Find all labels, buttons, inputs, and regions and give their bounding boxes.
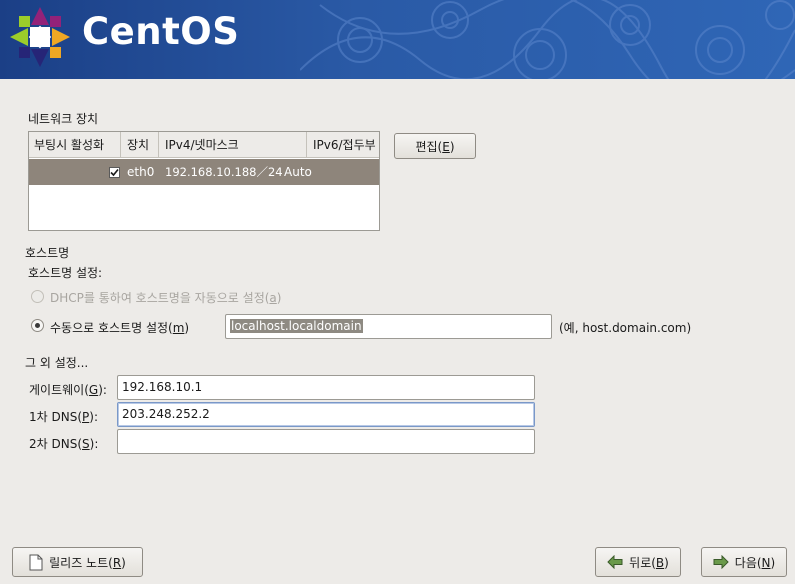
ipv6-cell: Auto (284, 165, 312, 179)
gateway-label: 게이트웨이(G): (29, 383, 107, 397)
banner-swirl-decoration (300, 0, 795, 79)
column-header-ipv4[interactable]: IPv4/넷마스크 (159, 132, 307, 158)
dhcp-hostname-radio[interactable] (31, 290, 44, 303)
hostname-setting-label: 호스트명 설정: (28, 266, 103, 280)
checkmark-icon (110, 168, 119, 177)
edit-device-button[interactable]: 편집(E) (394, 133, 476, 159)
column-header-ipv6[interactable]: IPv6/접두부 (307, 132, 379, 158)
hostname-title: 호스트명 (25, 246, 70, 260)
column-header-active-on-boot[interactable]: 부팅시 활성화 (29, 132, 121, 158)
centos-banner: CentOS (0, 0, 795, 79)
release-notes-button[interactable]: 릴리즈 노트(R) (12, 547, 143, 577)
device-list-header: 부팅시 활성화 장치 IPv4/넷마스크 IPv6/접두부 (29, 132, 379, 158)
active-on-boot-checkbox[interactable] (109, 167, 120, 178)
hostname-example: (예, host.domain.com) (559, 321, 692, 335)
release-notes-label: 릴리즈 노트(R) (49, 555, 126, 570)
back-button[interactable]: 뒤로(B) (595, 547, 681, 577)
arrow-left-icon (607, 555, 623, 569)
hostname-value: localhost.localdomain (230, 319, 363, 333)
hostname-input[interactable]: localhost.localdomain (225, 314, 552, 339)
dhcp-hostname-label: DHCP를 통하여 호스트명을 자동으로 설정(a) (50, 291, 282, 305)
network-device-list[interactable]: 부팅시 활성화 장치 IPv4/넷마스크 IPv6/접두부 eth0 192.1… (28, 131, 380, 231)
other-settings-title: 그 외 설정... (25, 356, 89, 370)
manual-hostname-label: 수동으로 호스트명 설정(m) (50, 321, 190, 335)
device-name-cell: eth0 (127, 165, 155, 179)
next-label: 다음(N) (734, 555, 776, 570)
gateway-input[interactable]: 192.168.10.1 (117, 375, 535, 400)
dns2-label: 2차 DNS(S): (29, 437, 99, 451)
table-row[interactable]: eth0 192.168.10.188／24 Auto (29, 159, 379, 185)
column-header-device[interactable]: 장치 (121, 132, 159, 158)
ipv4-cell: 192.168.10.188／24 (165, 165, 283, 179)
dns1-input[interactable]: 203.248.252.2 (117, 402, 535, 427)
brand-name: CentOS (82, 10, 240, 53)
manual-hostname-radio[interactable] (31, 319, 44, 332)
edit-button-label: 편집(E) (415, 139, 455, 154)
centos-logo-icon (10, 7, 70, 67)
arrow-right-icon (713, 555, 729, 569)
network-devices-title: 네트워크 장치 (28, 112, 99, 126)
next-button[interactable]: 다음(N) (701, 547, 787, 577)
dns2-input[interactable] (117, 429, 535, 454)
back-label: 뒤로(B) (629, 555, 669, 570)
document-icon (29, 554, 43, 570)
dns1-label: 1차 DNS(P): (29, 410, 98, 424)
